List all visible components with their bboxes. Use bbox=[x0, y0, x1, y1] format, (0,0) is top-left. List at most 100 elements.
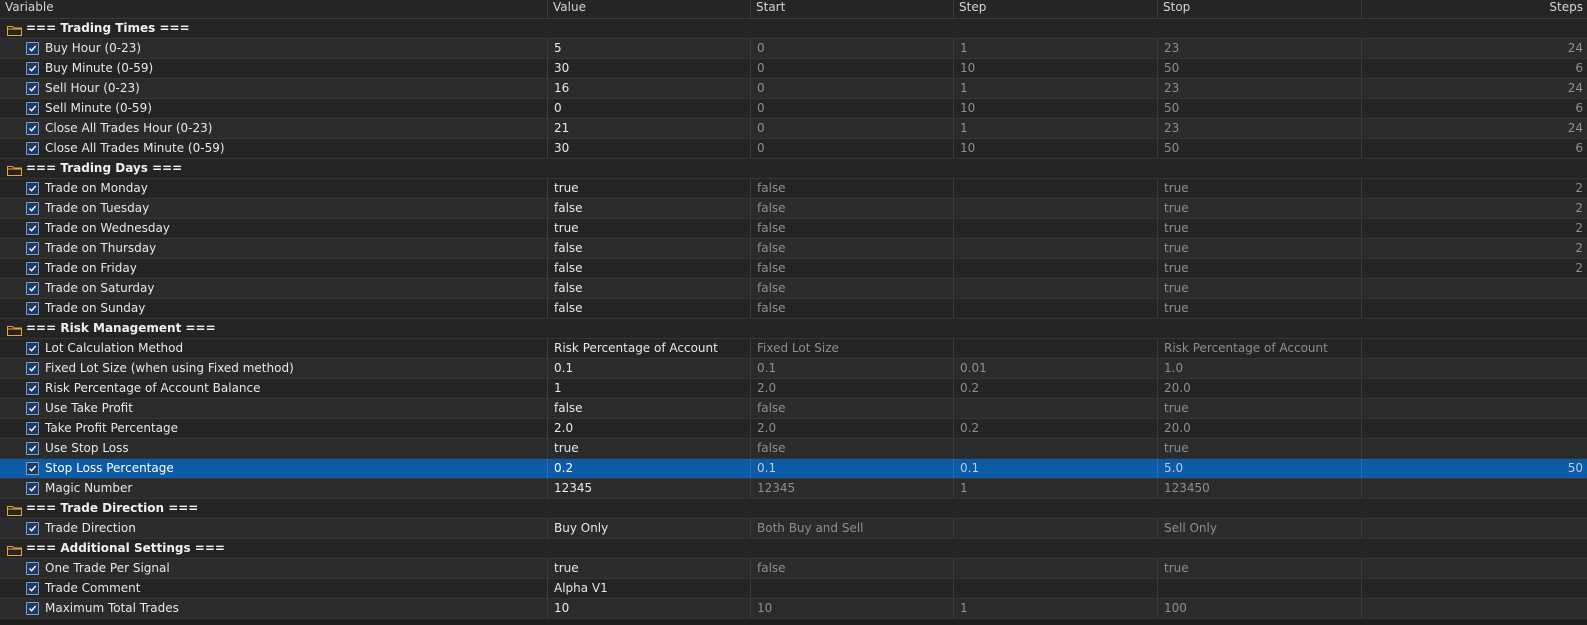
parameter-row[interactable]: Buy Minute (0-59) 30 0 10 50 6 bbox=[0, 59, 1587, 79]
start-cell[interactable]: 0.1 bbox=[751, 359, 954, 378]
value-cell[interactable]: false bbox=[548, 299, 751, 318]
step-cell[interactable]: 10 bbox=[954, 139, 1158, 158]
stop-cell[interactable]: Sell Only bbox=[1158, 519, 1362, 538]
checkbox-checked-icon[interactable] bbox=[26, 82, 39, 95]
parameter-row[interactable]: Stop Loss Percentage 0.2 0.1 0.1 5.0 50 bbox=[0, 459, 1587, 479]
group-header-row[interactable]: === Risk Management === bbox=[0, 319, 1587, 339]
stop-cell[interactable]: 100 bbox=[1158, 599, 1362, 618]
value-cell[interactable]: 0 bbox=[548, 99, 751, 118]
stop-cell[interactable]: true bbox=[1158, 299, 1362, 318]
checkbox-checked-icon[interactable] bbox=[26, 462, 39, 475]
start-cell[interactable]: false bbox=[751, 399, 954, 418]
checkbox-checked-icon[interactable] bbox=[26, 202, 39, 215]
step-cell[interactable]: 1 bbox=[954, 79, 1158, 98]
start-cell[interactable]: 0 bbox=[751, 39, 954, 58]
step-cell[interactable] bbox=[954, 399, 1158, 418]
start-cell[interactable] bbox=[751, 579, 954, 598]
value-cell[interactable]: true bbox=[548, 179, 751, 198]
checkbox-checked-icon[interactable] bbox=[26, 302, 39, 315]
parameter-row[interactable]: Close All Trades Hour (0-23) 21 0 1 23 24 bbox=[0, 119, 1587, 139]
checkbox-checked-icon[interactable] bbox=[26, 62, 39, 75]
stop-cell[interactable]: true bbox=[1158, 399, 1362, 418]
start-cell[interactable]: false bbox=[751, 559, 954, 578]
start-cell[interactable]: false bbox=[751, 299, 954, 318]
value-cell[interactable]: Buy Only bbox=[548, 519, 751, 538]
checkbox-checked-icon[interactable] bbox=[26, 42, 39, 55]
stop-cell[interactable]: true bbox=[1158, 219, 1362, 238]
step-cell[interactable]: 1 bbox=[954, 479, 1158, 498]
folder-icon[interactable] bbox=[7, 323, 22, 336]
step-cell[interactable] bbox=[954, 179, 1158, 198]
value-cell[interactable]: 0.1 bbox=[548, 359, 751, 378]
value-cell[interactable]: 2.0 bbox=[548, 419, 751, 438]
start-cell[interactable]: Fixed Lot Size bbox=[751, 339, 954, 358]
start-cell[interactable]: Both Buy and Sell bbox=[751, 519, 954, 538]
parameter-row[interactable]: Trade on Tuesday false false true 2 bbox=[0, 199, 1587, 219]
start-cell[interactable]: 0 bbox=[751, 79, 954, 98]
parameter-row[interactable]: Maximum Total Trades 10 10 1 100 bbox=[0, 599, 1587, 619]
step-cell[interactable] bbox=[954, 239, 1158, 258]
start-cell[interactable]: 0 bbox=[751, 99, 954, 118]
parameter-row[interactable]: Use Stop Loss true false true bbox=[0, 439, 1587, 459]
group-header-row[interactable]: === Trading Days === bbox=[0, 159, 1587, 179]
parameter-row[interactable]: One Trade Per Signal true false true bbox=[0, 559, 1587, 579]
step-cell[interactable]: 1 bbox=[954, 119, 1158, 138]
value-cell[interactable]: 30 bbox=[548, 59, 751, 78]
parameter-row[interactable]: Close All Trades Minute (0-59) 30 0 10 50 6 bbox=[0, 139, 1587, 159]
parameter-row[interactable]: Trade on Friday false false true 2 bbox=[0, 259, 1587, 279]
value-cell[interactable]: 16 bbox=[548, 79, 751, 98]
parameter-row[interactable]: Trade on Saturday false false true bbox=[0, 279, 1587, 299]
step-cell[interactable]: 1 bbox=[954, 39, 1158, 58]
step-cell[interactable]: 10 bbox=[954, 99, 1158, 118]
step-cell[interactable] bbox=[954, 199, 1158, 218]
stop-cell[interactable]: 23 bbox=[1158, 79, 1362, 98]
folder-icon[interactable] bbox=[7, 163, 22, 176]
checkbox-checked-icon[interactable] bbox=[26, 482, 39, 495]
checkbox-checked-icon[interactable] bbox=[26, 382, 39, 395]
stop-cell[interactable]: 50 bbox=[1158, 59, 1362, 78]
parameter-row[interactable]: Sell Hour (0-23) 16 0 1 23 24 bbox=[0, 79, 1587, 99]
value-cell[interactable]: false bbox=[548, 259, 751, 278]
group-header-row[interactable]: === Trading Times === bbox=[0, 19, 1587, 39]
step-cell[interactable] bbox=[954, 299, 1158, 318]
stop-cell[interactable]: true bbox=[1158, 199, 1362, 218]
parameter-row[interactable]: Trade on Sunday false false true bbox=[0, 299, 1587, 319]
checkbox-checked-icon[interactable] bbox=[26, 442, 39, 455]
value-cell[interactable]: true bbox=[548, 219, 751, 238]
start-cell[interactable]: 0 bbox=[751, 139, 954, 158]
value-cell[interactable]: 12345 bbox=[548, 479, 751, 498]
column-header-stop[interactable]: Stop bbox=[1158, 0, 1362, 18]
checkbox-checked-icon[interactable] bbox=[26, 522, 39, 535]
checkbox-checked-icon[interactable] bbox=[26, 342, 39, 355]
parameter-row[interactable]: Use Take Profit false false true bbox=[0, 399, 1587, 419]
step-cell[interactable] bbox=[954, 579, 1158, 598]
value-cell[interactable]: 1 bbox=[548, 379, 751, 398]
stop-cell[interactable]: 5.0 bbox=[1158, 459, 1362, 478]
stop-cell[interactable] bbox=[1158, 579, 1362, 598]
start-cell[interactable]: 0 bbox=[751, 59, 954, 78]
group-header-row[interactable]: === Additional Settings === bbox=[0, 539, 1587, 559]
checkbox-checked-icon[interactable] bbox=[26, 282, 39, 295]
value-cell[interactable]: false bbox=[548, 239, 751, 258]
value-cell[interactable]: false bbox=[548, 399, 751, 418]
checkbox-checked-icon[interactable] bbox=[26, 582, 39, 595]
stop-cell[interactable]: 1.0 bbox=[1158, 359, 1362, 378]
start-cell[interactable]: 2.0 bbox=[751, 379, 954, 398]
start-cell[interactable]: 0 bbox=[751, 119, 954, 138]
step-cell[interactable] bbox=[954, 559, 1158, 578]
step-cell[interactable] bbox=[954, 519, 1158, 538]
value-cell[interactable]: 10 bbox=[548, 599, 751, 618]
value-cell[interactable]: true bbox=[548, 559, 751, 578]
stop-cell[interactable]: 20.0 bbox=[1158, 379, 1362, 398]
step-cell[interactable]: 0.01 bbox=[954, 359, 1158, 378]
stop-cell[interactable]: true bbox=[1158, 239, 1362, 258]
step-cell[interactable] bbox=[954, 439, 1158, 458]
checkbox-checked-icon[interactable] bbox=[26, 242, 39, 255]
parameter-row[interactable]: Fixed Lot Size (when using Fixed method)… bbox=[0, 359, 1587, 379]
parameter-row[interactable]: Trade on Wednesday true false true 2 bbox=[0, 219, 1587, 239]
start-cell[interactable]: 2.0 bbox=[751, 419, 954, 438]
step-cell[interactable] bbox=[954, 219, 1158, 238]
stop-cell[interactable]: 50 bbox=[1158, 139, 1362, 158]
value-cell[interactable]: 30 bbox=[548, 139, 751, 158]
folder-icon[interactable] bbox=[7, 23, 22, 36]
